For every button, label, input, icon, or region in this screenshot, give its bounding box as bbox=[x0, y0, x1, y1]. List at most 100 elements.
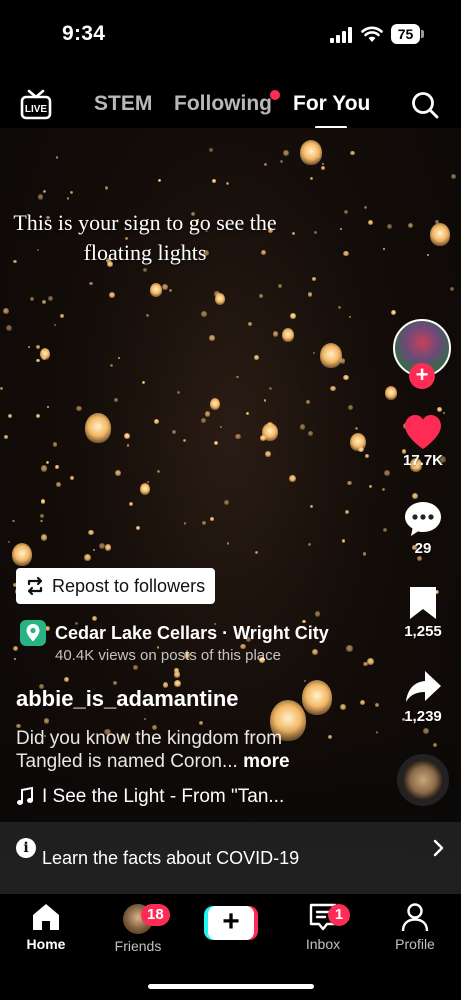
like-button[interactable]: 17.7K bbox=[393, 414, 453, 469]
distant-lantern bbox=[383, 470, 390, 477]
distant-lantern bbox=[247, 321, 253, 327]
distant-lantern bbox=[129, 501, 134, 506]
creator-username[interactable]: abbie_is_adamantine bbox=[16, 686, 239, 712]
share-button[interactable]: 1,239 bbox=[393, 668, 453, 725]
tab-following[interactable]: Following bbox=[174, 92, 272, 116]
distant-lantern bbox=[41, 355, 47, 360]
battery-level: 75 bbox=[391, 24, 420, 44]
create-button[interactable]: + bbox=[204, 906, 258, 940]
caption-line-1: This is your sign to go see the bbox=[13, 210, 277, 235]
distant-lantern bbox=[117, 356, 120, 359]
distant-lantern bbox=[146, 313, 150, 318]
search-icon[interactable] bbox=[411, 91, 439, 119]
distant-lantern bbox=[265, 451, 271, 457]
distant-lantern bbox=[56, 481, 62, 487]
distant-lantern bbox=[364, 453, 369, 458]
distant-lantern bbox=[98, 542, 105, 549]
tab-for-you[interactable]: For You bbox=[293, 92, 370, 116]
distant-lantern bbox=[46, 405, 49, 409]
distant-lantern bbox=[143, 717, 146, 720]
distant-lantern bbox=[358, 446, 364, 453]
distant-lantern bbox=[368, 484, 372, 489]
distant-lantern bbox=[35, 413, 40, 418]
more-link[interactable]: more bbox=[243, 751, 289, 772]
covid-banner-text: Learn the facts about COVID-19 bbox=[42, 848, 300, 868]
creator-avatar-group[interactable]: + bbox=[393, 319, 453, 389]
repost-button[interactable]: Repost to followers bbox=[16, 568, 216, 604]
heart-icon bbox=[405, 415, 441, 449]
distant-lantern bbox=[307, 543, 311, 547]
distant-lantern bbox=[451, 173, 457, 180]
save-button[interactable]: 1,255 bbox=[393, 585, 453, 640]
tab-profile[interactable]: Profile bbox=[380, 902, 450, 952]
song-link[interactable]: I See the Light - From "Tan... bbox=[16, 786, 284, 808]
distant-lantern bbox=[343, 374, 349, 381]
distant-lantern bbox=[299, 423, 306, 430]
comment-icon bbox=[405, 502, 441, 536]
location-pin-icon bbox=[20, 620, 46, 646]
covid-banner[interactable]: i Learn the facts about COVID-19 bbox=[0, 822, 461, 894]
distant-lantern bbox=[305, 399, 310, 404]
tab-inbox-label: Inbox bbox=[305, 936, 341, 952]
caption-line-2: floating lights bbox=[83, 240, 207, 265]
follow-button[interactable]: + bbox=[409, 363, 435, 389]
distant-lantern bbox=[307, 430, 313, 436]
distant-lantern bbox=[309, 176, 314, 181]
distant-lantern bbox=[330, 385, 336, 392]
distant-lantern bbox=[89, 281, 93, 286]
distant-lantern bbox=[110, 364, 114, 368]
distant-lantern bbox=[339, 358, 346, 364]
distant-lantern bbox=[387, 224, 393, 230]
distant-lantern bbox=[183, 522, 186, 525]
tab-friends[interactable]: Friends 18 bbox=[103, 902, 173, 954]
distant-lantern bbox=[268, 386, 272, 390]
distant-lantern bbox=[312, 277, 316, 281]
distant-lantern bbox=[437, 407, 442, 413]
distant-lantern bbox=[66, 197, 70, 200]
repost-label: Repost to followers bbox=[52, 575, 206, 596]
distant-lantern bbox=[272, 331, 279, 337]
live-icon[interactable]: LIVE bbox=[20, 88, 52, 120]
distant-lantern bbox=[212, 179, 216, 183]
distant-lantern bbox=[30, 296, 35, 301]
tab-inbox[interactable]: Inbox 1 bbox=[288, 902, 358, 952]
distant-lantern bbox=[112, 680, 117, 685]
distant-lantern bbox=[340, 704, 347, 711]
video-description[interactable]: Did you know the kingdom from Tangled is… bbox=[16, 727, 346, 773]
distant-lantern bbox=[363, 205, 367, 209]
distant-lantern bbox=[172, 429, 177, 434]
comment-button[interactable]: 29 bbox=[393, 500, 453, 557]
profile-icon bbox=[401, 903, 429, 932]
distant-lantern bbox=[219, 425, 223, 429]
distant-lantern bbox=[382, 487, 385, 491]
distant-lantern bbox=[303, 679, 307, 682]
video-caption: This is your sign to go see the floating… bbox=[0, 208, 290, 268]
description-line-2: Tangled is named Coron... bbox=[16, 751, 238, 772]
distant-lantern bbox=[114, 470, 121, 477]
distant-lantern bbox=[169, 288, 173, 292]
distant-lantern bbox=[12, 646, 18, 652]
location-link[interactable]: Cedar Lake Cellars · Wright City bbox=[20, 620, 329, 646]
floating-lantern bbox=[150, 283, 162, 297]
place-views: 40.4K views on posts of this place bbox=[55, 647, 281, 664]
music-disc[interactable] bbox=[397, 754, 449, 806]
distant-lantern bbox=[235, 433, 241, 440]
distant-lantern bbox=[259, 293, 264, 298]
following-notification-dot bbox=[270, 90, 280, 100]
distant-lantern bbox=[226, 542, 230, 545]
video-player[interactable]: This is your sign to go see the floating… bbox=[0, 128, 461, 894]
distant-lantern bbox=[6, 324, 13, 331]
distant-lantern bbox=[0, 386, 4, 390]
tab-home[interactable]: Home bbox=[11, 902, 81, 952]
music-note-icon bbox=[17, 787, 33, 805]
tab-home-label: Home bbox=[26, 936, 66, 952]
distant-lantern bbox=[109, 292, 115, 299]
distant-lantern bbox=[350, 151, 355, 156]
tab-stem[interactable]: STEM bbox=[94, 92, 152, 116]
distant-lantern bbox=[344, 209, 349, 214]
distant-lantern bbox=[132, 665, 138, 671]
distant-lantern bbox=[225, 182, 229, 186]
distant-lantern bbox=[27, 346, 30, 349]
distant-lantern bbox=[7, 413, 12, 419]
distant-lantern bbox=[283, 150, 290, 157]
